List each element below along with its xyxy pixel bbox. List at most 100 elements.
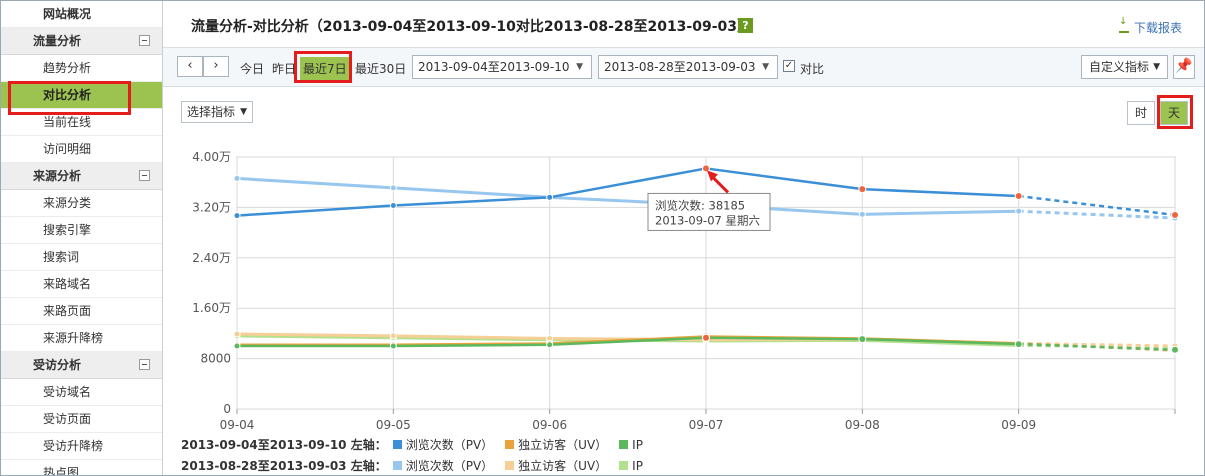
- data-point[interactable]: [233, 174, 241, 182]
- sidebar-item-online[interactable]: 当前在线: [1, 109, 162, 136]
- y-tick-label: 3.20万: [192, 200, 231, 214]
- y-tick-label: 1.60万: [192, 301, 231, 315]
- range-yesterday[interactable]: 昨日: [272, 60, 296, 77]
- legend-swatch: [505, 440, 515, 449]
- data-point[interactable]: [1171, 345, 1179, 354]
- legend-item[interactable]: 独立访客（UV）: [501, 438, 607, 452]
- app-frame: 网站概况 流量分析 趋势分析 对比分析 当前在线 访问明细 来源分析 来源分类 …: [0, 0, 1205, 476]
- download-report-link[interactable]: 下载报表: [1118, 16, 1182, 36]
- collapse-icon[interactable]: [139, 359, 150, 370]
- data-point[interactable]: [858, 335, 867, 344]
- sidebar-item-visit-detail[interactable]: 访问明细: [1, 136, 162, 163]
- help-icon[interactable]: ?: [738, 18, 753, 33]
- sidebar-item-referrer-page[interactable]: 来路页面: [1, 298, 162, 325]
- sidebar-item-overview[interactable]: 网站概况: [1, 1, 162, 28]
- range-last-30-days[interactable]: 最近30日: [355, 60, 406, 77]
- tooltip-line-date: 2013-09-07 星期六: [655, 213, 760, 227]
- unit-day-label: 天: [1167, 106, 1180, 120]
- data-point[interactable]: [858, 210, 866, 218]
- caret-down-icon: ▼: [762, 62, 769, 72]
- sidebar-item-referrer-domain[interactable]: 来路域名: [1, 271, 162, 298]
- legend-item[interactable]: 浏览次数（PV）: [389, 438, 493, 452]
- legend-series-name: 浏览次数（PV）: [405, 459, 494, 473]
- legend-row: 2013-08-28至2013-09-03 左轴： 浏览次数（PV） 独立访客（UV…: [181, 456, 651, 475]
- date-range-select[interactable]: 2013-09-04至2013-09-10 ▼: [412, 55, 592, 79]
- sidebar-item-visited-page[interactable]: 受访页面: [1, 406, 162, 433]
- sidebar-item-label: 受访域名: [43, 385, 92, 399]
- metric-select[interactable]: 选择指标 ▼: [181, 101, 253, 123]
- sidebar-item-label: 网站概况: [43, 7, 92, 21]
- x-tick-label: 09-06: [532, 418, 567, 432]
- sidebar-item-search-term[interactable]: 搜索词: [1, 244, 162, 271]
- data-point[interactable]: [546, 193, 554, 201]
- x-tick-label: 09-04: [220, 418, 255, 432]
- data-point[interactable]: [233, 330, 241, 338]
- data-point[interactable]: [233, 342, 241, 350]
- sidebar-item-heatmap[interactable]: 热点图: [1, 460, 162, 476]
- metric-select-label: 选择指标: [187, 105, 236, 119]
- sidebar-item-compare[interactable]: 对比分析: [1, 82, 162, 109]
- legend-range-label: 2013-08-28至2013-09-03 左轴：: [181, 459, 387, 473]
- sidebar-group-label: 来源分析: [33, 169, 82, 183]
- data-point[interactable]: [858, 185, 867, 194]
- legend-swatch: [619, 440, 629, 449]
- sidebar-item-label: 来源升降榜: [43, 331, 104, 345]
- x-tick-label: 09-09: [1001, 418, 1036, 432]
- sidebar-item-label: 热点图: [43, 466, 80, 476]
- data-point[interactable]: [1014, 340, 1023, 349]
- sidebar-item-search-engine[interactable]: 搜索引擎: [1, 217, 162, 244]
- legend-swatch: [619, 461, 629, 470]
- data-point[interactable]: [702, 164, 710, 173]
- data-point[interactable]: [389, 184, 397, 192]
- sidebar-item-source-ranking[interactable]: 来源升降榜: [1, 325, 162, 352]
- title-bar: 流量分析-对比分析（2013-09-04至2013-09-10对比2013-08…: [163, 1, 1204, 48]
- data-point[interactable]: [389, 342, 397, 350]
- sidebar-group-traffic[interactable]: 流量分析: [1, 28, 162, 55]
- prev-period-button[interactable]: ‹: [177, 56, 203, 77]
- legend-swatch: [392, 440, 402, 449]
- custom-metric-button[interactable]: 自定义指标 ▼: [1081, 55, 1168, 79]
- data-point[interactable]: [389, 202, 397, 210]
- sidebar-item-visited-domain[interactable]: 受访域名: [1, 379, 162, 406]
- chart-legend: 2013-09-04至2013-09-10 左轴： 浏览次数（PV） 独立访客（UV…: [181, 435, 651, 475]
- data-point[interactable]: [1015, 207, 1023, 215]
- legend-range-label: 2013-09-04至2013-09-10 左轴：: [181, 438, 387, 452]
- sidebar-item-label: 趋势分析: [43, 61, 92, 75]
- legend-item[interactable]: 浏览次数（PV）: [389, 459, 493, 473]
- sidebar-item-label: 来路域名: [43, 277, 92, 291]
- date-range-value: 2013-09-04至2013-09-10: [418, 60, 570, 74]
- sidebar-item-label: 对比分析: [43, 88, 92, 102]
- sidebar-group-visited[interactable]: 受访分析: [1, 352, 162, 379]
- compare-checkbox[interactable]: ✓: [783, 60, 795, 72]
- custom-metric-label: 自定义指标: [1089, 60, 1150, 74]
- x-tick-label: 09-05: [376, 418, 411, 432]
- legend-series-name: IP: [632, 459, 643, 473]
- compare-range-select[interactable]: 2013-08-28至2013-09-03 ▼: [598, 55, 778, 79]
- unit-day-button[interactable]: 天: [1160, 101, 1188, 125]
- collapse-icon[interactable]: [139, 170, 150, 181]
- sidebar-group-source[interactable]: 来源分析: [1, 163, 162, 190]
- sidebar-item-trend[interactable]: 趋势分析: [1, 55, 162, 82]
- data-point[interactable]: [546, 341, 554, 349]
- pin-icon[interactable]: 📌: [1173, 55, 1195, 79]
- range-last-7-days[interactable]: 最近7日: [300, 57, 350, 80]
- caret-down-icon: ▼: [1153, 62, 1160, 72]
- data-point[interactable]: [1014, 192, 1023, 201]
- legend-item[interactable]: IP: [615, 438, 643, 452]
- range-today[interactable]: 今日: [240, 60, 264, 77]
- sidebar-item-source-category[interactable]: 来源分类: [1, 190, 162, 217]
- compare-range-value: 2013-08-28至2013-09-03: [604, 60, 756, 74]
- download-icon: [1118, 16, 1129, 33]
- next-period-button[interactable]: ›: [203, 56, 229, 77]
- legend-series-name: 浏览次数（PV）: [405, 438, 494, 452]
- legend-item[interactable]: IP: [615, 459, 643, 473]
- sidebar-item-visited-ranking[interactable]: 受访升降榜: [1, 433, 162, 460]
- data-point[interactable]: [1171, 210, 1179, 219]
- data-point[interactable]: [233, 212, 241, 220]
- data-point[interactable]: [702, 333, 710, 342]
- sidebar-item-label: 来路页面: [43, 304, 92, 318]
- data-point[interactable]: [389, 332, 397, 340]
- unit-hour-button[interactable]: 时: [1127, 101, 1155, 125]
- legend-item[interactable]: 独立访客（UV）: [501, 459, 607, 473]
- collapse-icon[interactable]: [139, 35, 150, 46]
